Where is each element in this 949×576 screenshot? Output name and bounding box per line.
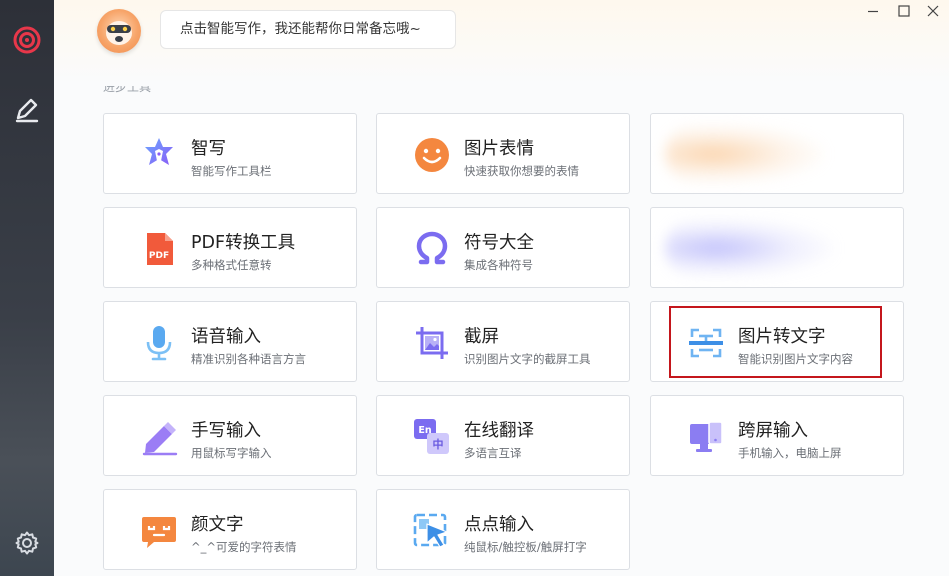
- pencil-icon: [140, 418, 178, 456]
- write-icon[interactable]: [11, 94, 43, 126]
- card-title: 跨屏输入: [738, 421, 808, 441]
- tool-card-image-to-text[interactable]: 图片转文字 智能识别图片文字内容: [650, 301, 904, 382]
- card-subtitle: 精准识别各种语言方言: [191, 352, 306, 366]
- card-subtitle: 快速获取你想要的表情: [464, 164, 579, 178]
- smiley-icon: [413, 136, 451, 174]
- card-title: 符号大全: [464, 233, 534, 253]
- card-title: 在线翻译: [464, 421, 534, 441]
- card-title: 截屏: [464, 327, 499, 347]
- card-subtitle: ^_^可爱的字符表情: [191, 540, 297, 554]
- card-title: 颜文字: [191, 515, 244, 535]
- card-title: 点点输入: [464, 515, 534, 535]
- card-title: 图片表情: [464, 139, 534, 159]
- omega-icon: [413, 230, 451, 268]
- image-to-text-icon: [687, 324, 725, 362]
- cross-screen-icon: [687, 418, 725, 456]
- tool-card-blurred-2[interactable]: [650, 207, 904, 288]
- tool-card-sticker[interactable]: 图片表情 快速获取你想要的表情: [376, 113, 630, 194]
- close-icon[interactable]: [926, 4, 940, 18]
- svg-text:中: 中: [433, 437, 444, 451]
- tool-card-translate[interactable]: En 中 在线翻译 多语言互译: [376, 395, 630, 476]
- click-input-icon: [413, 512, 451, 550]
- section-label: 进步工具: [103, 86, 152, 94]
- microphone-icon: [140, 324, 178, 362]
- card-title: 智写: [191, 139, 226, 159]
- card-title: PDF转换工具: [191, 233, 296, 253]
- app-logo-icon[interactable]: [11, 24, 43, 56]
- card-title: 语音输入: [191, 327, 261, 347]
- tool-card-click-input[interactable]: 点点输入 纯鼠标/触控板/触屏打字: [376, 489, 630, 570]
- card-subtitle: 纯鼠标/触控板/触屏打字: [464, 540, 587, 554]
- sidebar: [0, 0, 54, 576]
- pdf-icon: PDF: [140, 230, 178, 268]
- card-title: 手写输入: [191, 421, 261, 441]
- card-subtitle: 多种格式任意转: [191, 258, 272, 272]
- translate-icon: En 中: [413, 418, 451, 456]
- tool-card-handwriting[interactable]: 手写输入 用鼠标写字输入: [103, 395, 357, 476]
- settings-gear-icon[interactable]: [11, 527, 43, 559]
- tool-card-cross-screen[interactable]: 跨屏输入 手机输入，电脑上屏: [650, 395, 904, 476]
- blurred-content: [665, 218, 835, 278]
- tool-card-voice[interactable]: 语音输入 精准识别各种语言方言: [103, 301, 357, 382]
- minimize-icon[interactable]: [866, 4, 880, 18]
- card-subtitle: 多语言互译: [464, 446, 522, 460]
- maximize-icon[interactable]: [897, 4, 911, 18]
- tool-card-blurred-1[interactable]: [650, 113, 904, 194]
- card-subtitle: 智能写作工具栏: [191, 164, 272, 178]
- kaomoji-icon: [140, 512, 178, 550]
- card-subtitle: 智能识别图片文字内容: [738, 352, 853, 366]
- card-title: 图片转文字: [738, 327, 826, 347]
- tool-card-smart-write[interactable]: 智写 智能写作工具栏: [103, 113, 357, 194]
- screenshot-icon: [413, 324, 451, 362]
- card-subtitle: 用鼠标写字输入: [191, 446, 272, 460]
- card-subtitle: 识别图片文字的截屏工具: [464, 352, 591, 366]
- tool-card-pdf[interactable]: PDF PDF转换工具 多种格式任意转: [103, 207, 357, 288]
- tool-card-symbols[interactable]: 符号大全 集成各种符号: [376, 207, 630, 288]
- tool-card-kaomoji[interactable]: 颜文字 ^_^可爱的字符表情: [103, 489, 357, 570]
- svg-text:PDF: PDF: [149, 251, 169, 261]
- card-subtitle: 集成各种符号: [464, 258, 533, 272]
- blurred-content: [665, 124, 825, 184]
- assistant-message-bubble[interactable]: 点击智能写作，我还能帮你日常备忘哦~: [160, 10, 456, 49]
- tool-card-screenshot[interactable]: 截屏 识别图片文字的截屏工具: [376, 301, 630, 382]
- card-subtitle: 手机输入，电脑上屏: [738, 446, 842, 460]
- star-pen-icon: [140, 136, 178, 174]
- mascot-avatar[interactable]: [97, 9, 141, 53]
